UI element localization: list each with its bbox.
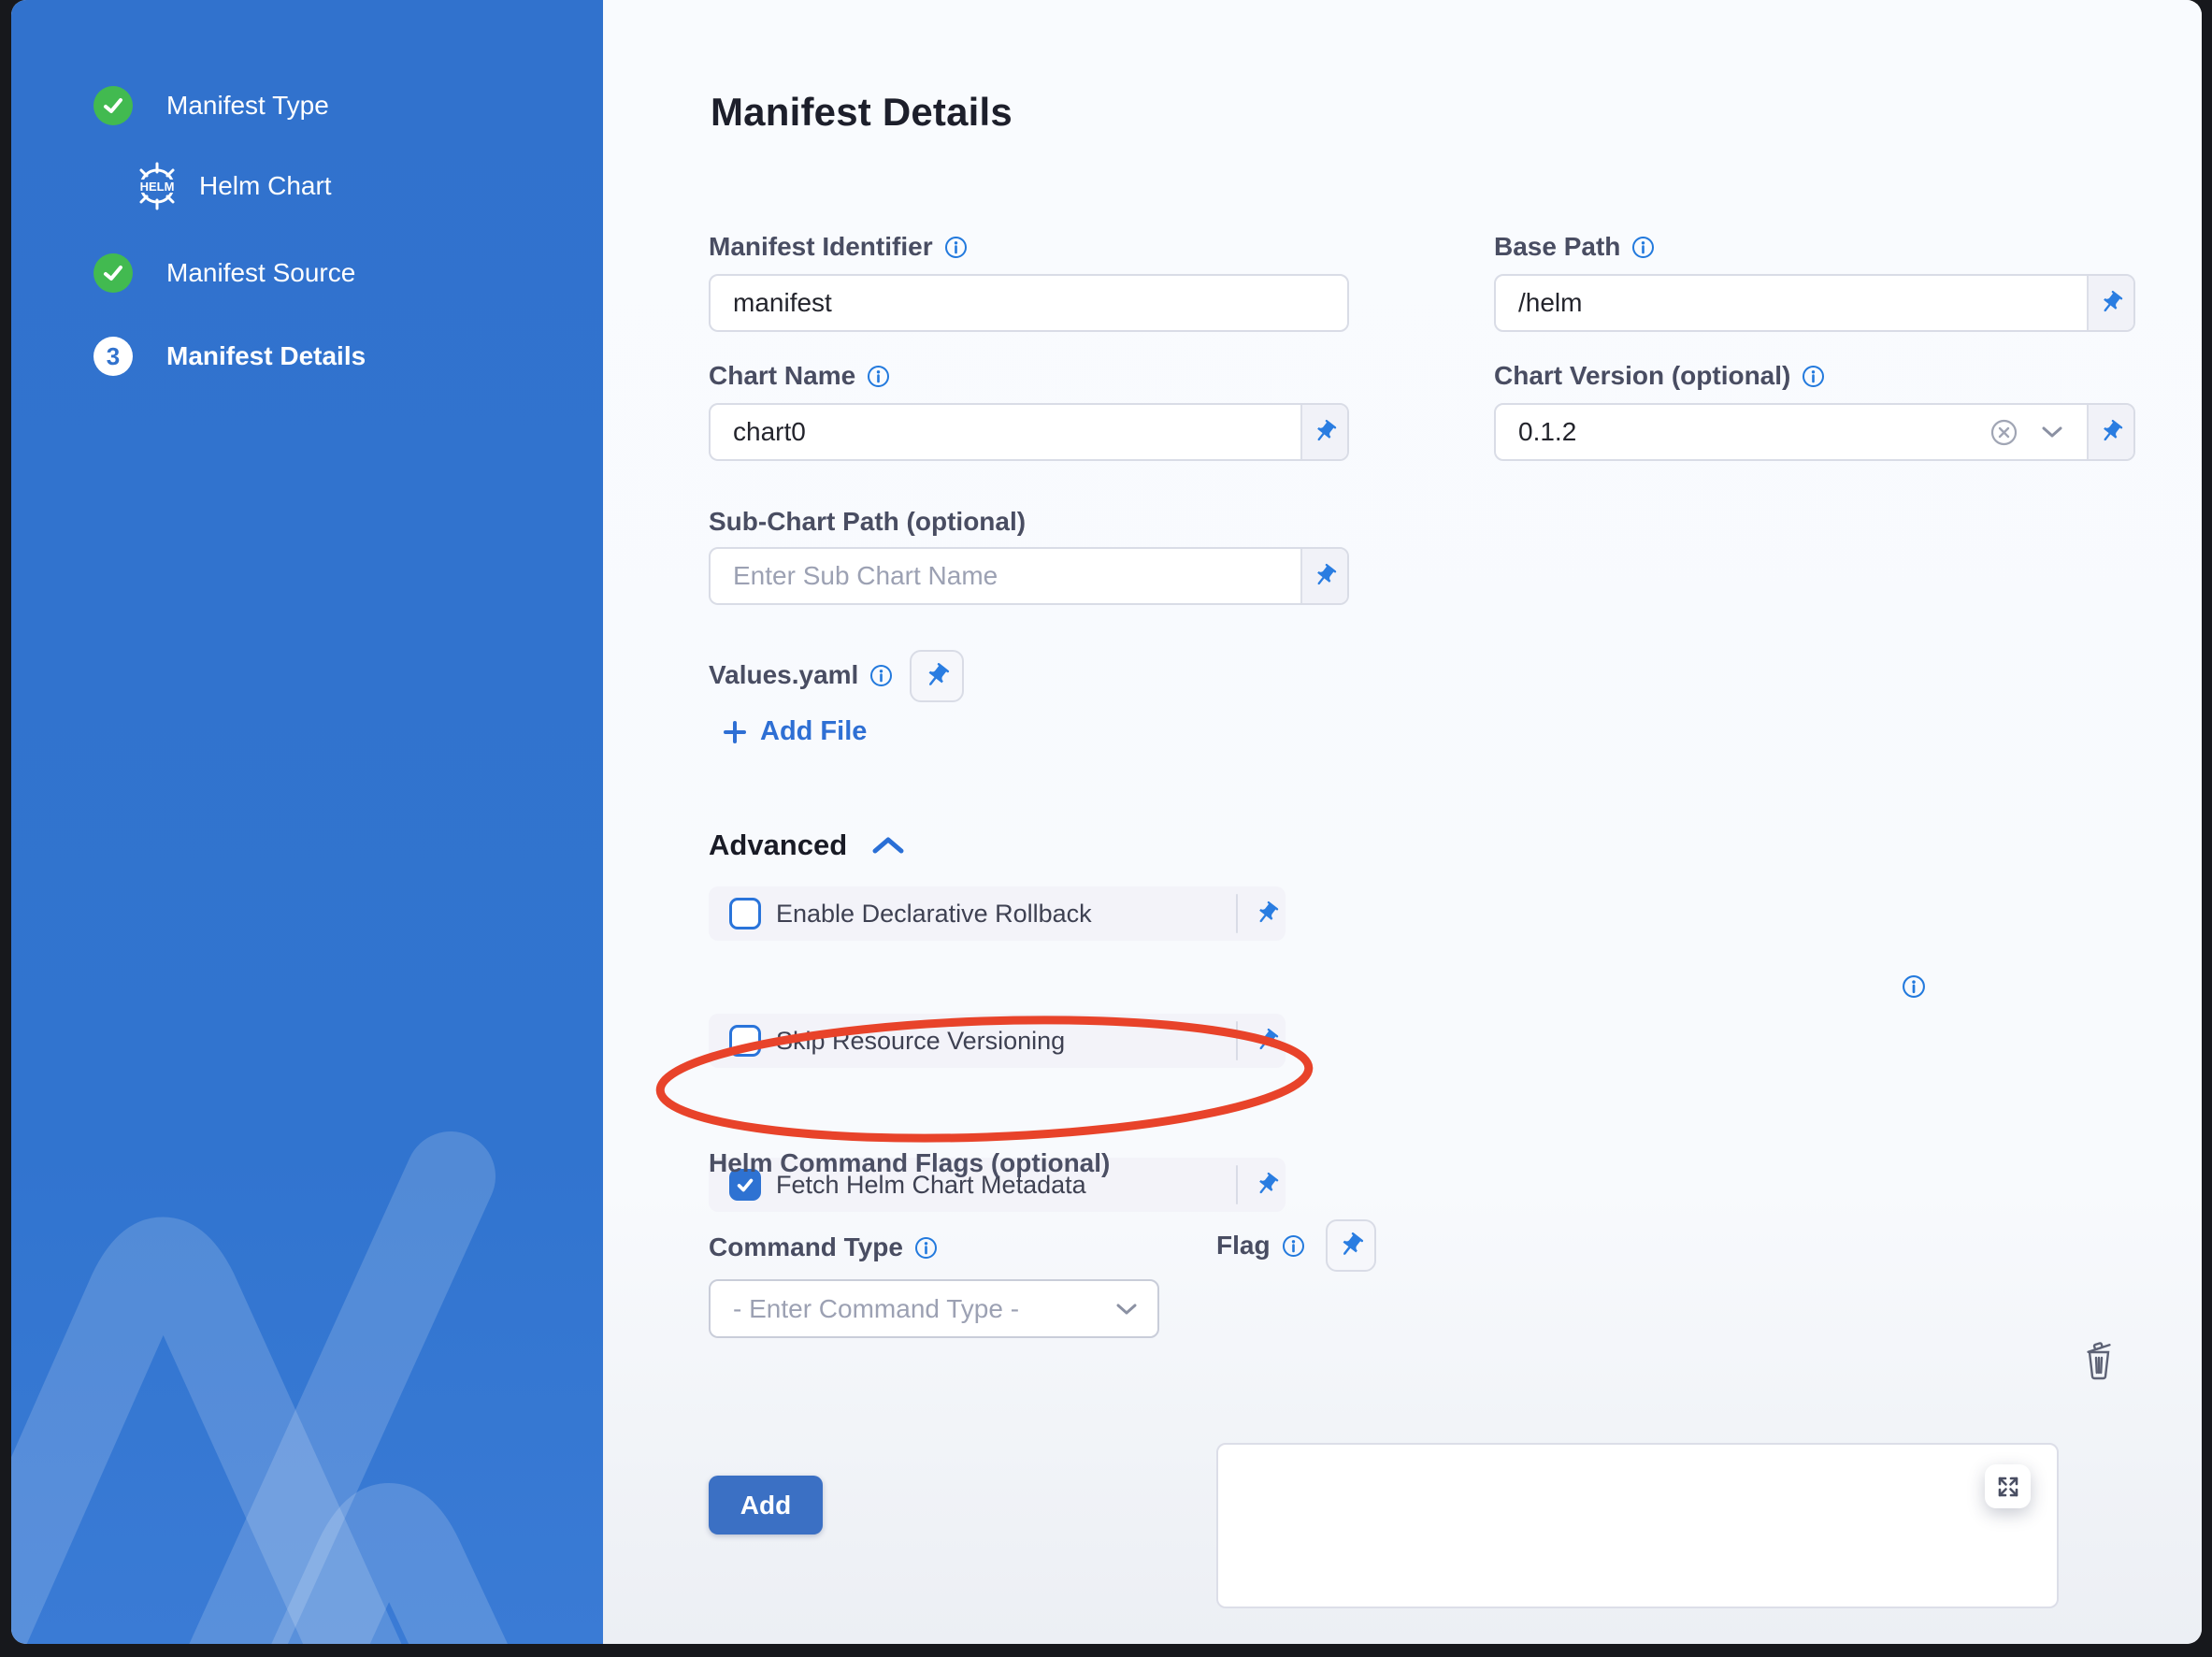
chart-version-input[interactable] <box>1496 405 1990 459</box>
chart-name-input-box <box>709 403 1349 461</box>
chart-version-label: Chart Version (optional) <box>1494 361 1825 391</box>
add-button[interactable]: Add <box>709 1476 823 1535</box>
pin-icon <box>1254 1028 1280 1054</box>
pin-icon <box>1312 563 1338 589</box>
pin-icon <box>1254 901 1280 927</box>
option-row-enable-declarative-rollback: Enable Declarative Rollback <box>709 886 1286 941</box>
checkbox-unchecked[interactable] <box>729 898 761 929</box>
flag-label: Flag <box>1216 1231 1305 1261</box>
sidebar-step-manifest-type[interactable]: Manifest Type <box>93 86 329 125</box>
divider <box>1236 1165 1238 1204</box>
manifest-details-dialog: Manifest Type HELM <box>11 0 2202 1644</box>
info-icon[interactable] <box>1802 365 1825 388</box>
command-type-label: Command Type <box>709 1232 938 1262</box>
sub-chart-path-input[interactable] <box>711 549 1300 603</box>
step-complete-icon <box>93 253 133 293</box>
info-icon[interactable] <box>914 1236 938 1260</box>
trash-icon[interactable] <box>2083 1341 2115 1380</box>
sub-chart-path-label: Sub-Chart Path (optional) <box>709 507 1026 537</box>
plus-icon <box>723 720 747 744</box>
info-icon[interactable] <box>944 236 968 259</box>
pin-icon <box>1312 419 1338 445</box>
chart-version-input-box <box>1494 403 2135 461</box>
base-path-input-box <box>1494 274 2135 332</box>
runtime-input-pin-button[interactable] <box>1247 1158 1286 1212</box>
wizard-sidebar: Manifest Type HELM <box>11 0 603 1644</box>
page-title: Manifest Details <box>711 90 1013 135</box>
runtime-input-pin-button[interactable] <box>1300 549 1347 603</box>
clear-icon[interactable] <box>1990 419 2018 446</box>
sidebar-step-manifest-source[interactable]: Manifest Source <box>93 253 355 293</box>
values-yaml-pin-button[interactable] <box>910 650 964 702</box>
chevron-down-icon[interactable] <box>2042 425 2062 439</box>
info-icon[interactable] <box>867 365 890 388</box>
step-label: Manifest Source <box>166 258 355 288</box>
checkbox-label: Enable Declarative Rollback <box>776 900 1092 929</box>
svg-text:HELM: HELM <box>140 180 175 194</box>
runtime-input-pin-button[interactable] <box>1300 405 1347 459</box>
helm-chart-icon: HELM <box>132 161 182 211</box>
runtime-input-pin-button[interactable] <box>1247 1014 1286 1068</box>
step-number-badge: 3 <box>93 337 133 376</box>
helm-command-flags-label: Helm Command Flags (optional) <box>709 1148 1110 1178</box>
dialog-body: Manifest Details Manifest Identifier Bas… <box>603 0 2202 1644</box>
base-path-label: Base Path <box>1494 232 1655 262</box>
chart-name-label: Chart Name <box>709 361 890 391</box>
sub-chart-path-input-box <box>709 547 1349 605</box>
advanced-section-header[interactable]: Advanced <box>709 828 905 862</box>
info-icon[interactable] <box>869 664 893 687</box>
step-complete-icon <box>93 86 133 125</box>
add-file-button[interactable]: Add File <box>723 716 867 747</box>
chevron-up-icon <box>871 835 905 856</box>
pin-icon <box>923 662 951 690</box>
info-icon[interactable] <box>1631 236 1655 259</box>
sidebar-step-manifest-details[interactable]: 3 Manifest Details <box>93 337 366 376</box>
runtime-input-pin-button[interactable] <box>2087 276 2133 330</box>
manifest-identifier-input-box <box>709 274 1349 332</box>
manifest-identifier-label: Manifest Identifier <box>709 232 968 262</box>
pin-icon <box>2098 419 2124 445</box>
divider <box>1236 1021 1238 1060</box>
flag-pin-button[interactable] <box>1326 1219 1376 1272</box>
runtime-input-pin-button[interactable] <box>2087 405 2133 459</box>
chevron-down-icon <box>1116 1303 1137 1316</box>
values-yaml-label: Values.yaml <box>709 660 893 690</box>
step-label: Manifest Type <box>166 91 329 121</box>
select-placeholder: - Enter Command Type - <box>733 1294 1019 1324</box>
step-label: Manifest Details <box>166 341 366 371</box>
pin-icon <box>1254 1172 1280 1198</box>
helm-chart-label: Helm Chart <box>199 171 332 201</box>
checkbox-unchecked[interactable] <box>729 1025 761 1057</box>
flag-textarea[interactable] <box>1231 1454 1991 1597</box>
info-icon[interactable] <box>1902 974 1926 999</box>
manifest-identifier-input[interactable] <box>711 276 1347 330</box>
pin-icon <box>2098 290 2124 316</box>
expand-icon[interactable] <box>1985 1464 2031 1508</box>
divider <box>1236 894 1238 933</box>
checkbox-label: Skip Resource Versioning <box>776 1027 1065 1056</box>
info-icon[interactable] <box>1282 1234 1305 1258</box>
sidebar-item-helm-chart[interactable]: HELM Helm Chart <box>132 161 332 211</box>
chart-name-input[interactable] <box>711 405 1300 459</box>
command-type-select[interactable]: - Enter Command Type - <box>709 1279 1159 1338</box>
runtime-input-pin-button[interactable] <box>1247 886 1286 941</box>
flag-textarea-box <box>1216 1443 2059 1608</box>
base-path-input[interactable] <box>1496 276 2087 330</box>
harness-logo-watermark <box>11 1120 603 1644</box>
option-row-skip-resource-versioning: Skip Resource Versioning <box>709 1014 1286 1068</box>
pin-icon <box>1337 1232 1365 1260</box>
